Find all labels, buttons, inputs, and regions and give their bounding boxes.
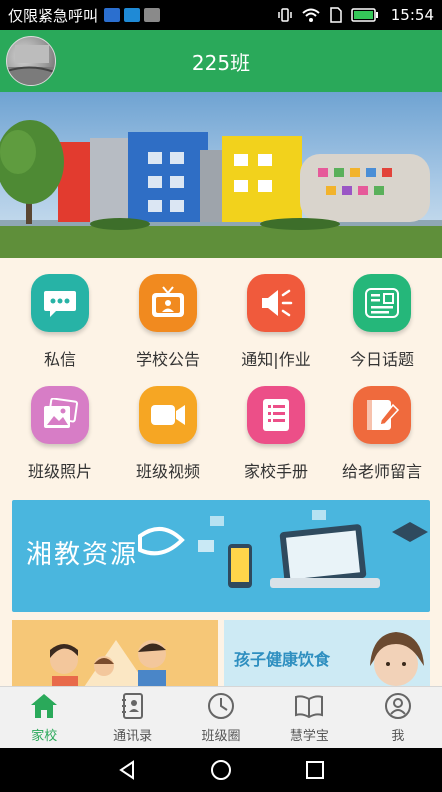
wifi-icon [302, 8, 320, 22]
grid-item-today-topic[interactable]: 今日话题 [327, 262, 437, 374]
battery-icon [351, 8, 378, 22]
avatar-photo-icon [7, 45, 55, 85]
system-navigation-bar [0, 748, 442, 792]
tab-class-circle[interactable]: 班级圈 [177, 687, 265, 748]
grid-item-label: 今日话题 [349, 350, 414, 369]
tab-label: 我 [391, 729, 405, 744]
tab-me[interactable]: 我 [354, 687, 442, 748]
grid-item-label: 给老师留言 [341, 462, 422, 481]
grid-item-label: 班级照片 [27, 462, 92, 481]
family-illustration-icon [50, 640, 166, 690]
grid-item-notice-homework[interactable]: 通知|作业 [221, 262, 331, 374]
grid-item-class-photos[interactable]: 班级照片 [5, 374, 115, 486]
back-icon[interactable] [116, 759, 138, 781]
list-book-icon [247, 386, 305, 444]
person-icon [383, 691, 413, 721]
child-photo-icon [370, 632, 424, 686]
home-icon [29, 691, 59, 721]
image-notification-icon [144, 8, 161, 22]
healthy-eating-banner[interactable]: 孩子健康饮食 [224, 620, 430, 690]
school-building-image [0, 120, 442, 258]
tab-label: 班级圈 [201, 729, 241, 744]
grid-item-label: 私信 [43, 350, 76, 369]
grid-item-class-videos[interactable]: 班级视频 [113, 374, 223, 486]
xiangjiao-resources-banner[interactable]: 湘教资源 [12, 500, 430, 612]
tab-label: 慧学宝 [289, 729, 329, 744]
video-camera-icon [139, 386, 197, 444]
laptop-illustration-icon [138, 510, 428, 588]
tv-announcement-icon [139, 274, 197, 332]
address-book-icon [118, 691, 148, 721]
clock: 15:54 [390, 6, 434, 24]
recent-apps-icon[interactable] [304, 759, 326, 781]
grid-item-private-message[interactable]: 私信 [5, 262, 115, 374]
family-banner[interactable] [12, 620, 218, 690]
grid-item-label: 学校公告 [135, 350, 200, 369]
class-circle-icon [206, 691, 236, 721]
carrier-text: 仅限紧急呼叫 [8, 6, 99, 25]
tab-home-school[interactable]: 家校 [0, 687, 88, 748]
info-notification-icon [124, 8, 141, 22]
grid-item-label: 通知|作业 [241, 350, 311, 369]
bottom-tab-bar: 家校 通讯录 班级圈 慧学宝 我 [0, 686, 442, 748]
vibrate-icon [278, 8, 292, 22]
grid-item-label: 家校手册 [243, 462, 308, 481]
grid-item-label: 班级视频 [135, 462, 200, 481]
function-grid: 私信 学校公告 通知|作业 今日话题 班级照片 班级视频 家校手册 给老师留言 [0, 262, 442, 490]
speaker-icon [247, 274, 305, 332]
chat-bubble-icon [31, 274, 89, 332]
tab-label: 通讯录 [113, 729, 153, 744]
school-banner[interactable] [0, 92, 442, 258]
grid-item-message-teacher[interactable]: 给老师留言 [327, 374, 437, 486]
tab-contacts[interactable]: 通讯录 [88, 687, 176, 748]
page-title: 225班 [191, 50, 251, 75]
tab-label: 家校 [31, 729, 58, 744]
grid-item-school-announcement[interactable]: 学校公告 [113, 262, 223, 374]
app-notification-icon [104, 8, 121, 22]
grid-item-home-school-handbook[interactable]: 家校手册 [221, 374, 331, 486]
topic-icon [353, 274, 411, 332]
photo-icon [31, 386, 89, 444]
avatar[interactable] [6, 36, 56, 86]
status-bar: 仅限紧急呼叫 15:54 [0, 0, 442, 30]
open-book-icon [294, 691, 324, 721]
tab-huixuebao[interactable]: 慧学宝 [265, 687, 353, 748]
home-circle-icon[interactable] [210, 759, 232, 781]
app-header: 225班 [0, 30, 442, 92]
notebook-pen-icon [353, 386, 411, 444]
sim-card-icon [330, 7, 342, 23]
